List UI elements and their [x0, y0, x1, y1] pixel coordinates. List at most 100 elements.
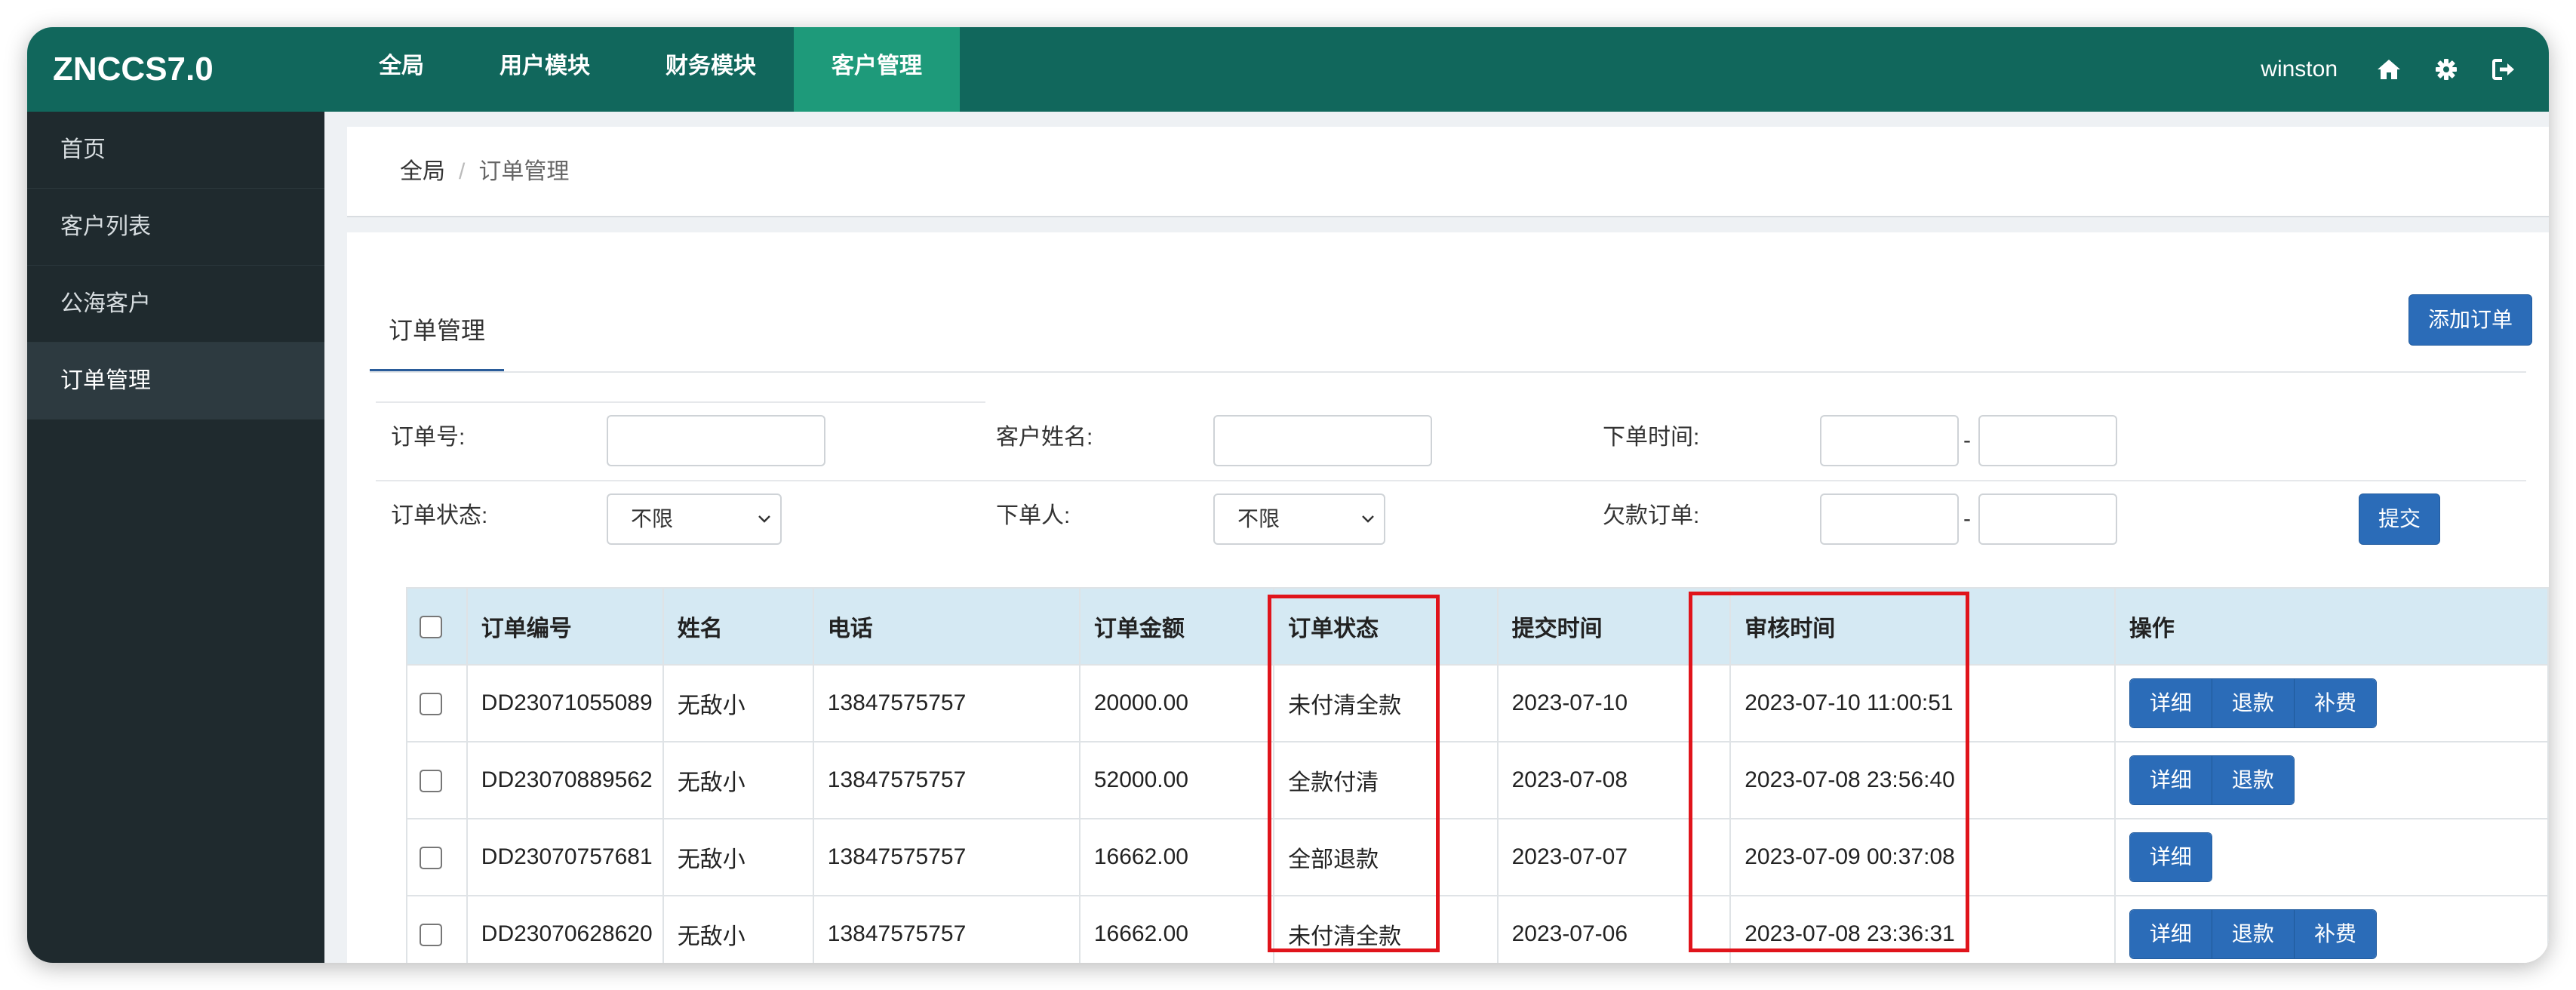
- name-cell: 无敌小: [662, 741, 814, 819]
- breadcrumb: 全局 / 订单管理: [400, 127, 569, 217]
- home-icon[interactable]: [2374, 54, 2404, 85]
- nav-global[interactable]: 全局: [341, 27, 462, 112]
- breadcrumb-separator: /: [459, 159, 466, 184]
- sidebar: 首页 客户列表 公海客户 订单管理: [27, 112, 324, 963]
- order-status-select[interactable]: 不限: [607, 493, 782, 545]
- actions-cell: 详细 退款: [2113, 741, 2549, 819]
- refund-button[interactable]: 退款: [2212, 679, 2295, 727]
- refund-button[interactable]: 退款: [2212, 756, 2294, 804]
- reviewed-cell: 2023-07-10 11:00:51: [1729, 664, 2116, 742]
- debt-to-input[interactable]: [1978, 493, 2117, 545]
- sidebar-item-customer-list[interactable]: 客户列表: [27, 189, 324, 266]
- logout-icon[interactable]: [2488, 54, 2519, 85]
- table-row: DD23071055089 无敌小 13847575757 20000.00 未…: [406, 664, 2549, 742]
- row-checkbox[interactable]: [420, 693, 442, 716]
- status-cell: 未付清全款: [1273, 895, 1499, 963]
- filter-divider: [376, 480, 2526, 481]
- header-amount[interactable]: 订单金额: [1078, 587, 1275, 666]
- actions-cell: 详细 退款 补费: [2113, 895, 2549, 963]
- nav-customer-management[interactable]: 客户管理: [794, 27, 960, 112]
- range-separator: -: [1963, 506, 1971, 531]
- gear-icon[interactable]: [2431, 54, 2461, 85]
- sidebar-item-public-customers[interactable]: 公海客户: [27, 266, 324, 343]
- supplement-button[interactable]: 补费: [2294, 679, 2376, 727]
- actions-cell: 详细: [2113, 818, 2549, 896]
- name-cell: 无敌小: [662, 664, 814, 742]
- detail-button[interactable]: 详细: [2129, 833, 2212, 881]
- tab-divider: [370, 371, 2526, 373]
- creator-select-value: 不限: [1237, 507, 1280, 530]
- row-checkbox[interactable]: [420, 847, 442, 870]
- refund-button[interactable]: 退款: [2212, 910, 2295, 958]
- amount-cell: 52000.00: [1078, 741, 1275, 819]
- phone-cell: 13847575757: [812, 818, 1081, 896]
- detail-button[interactable]: 详细: [2129, 910, 2212, 958]
- phone-cell: 13847575757: [812, 741, 1081, 819]
- header-name[interactable]: 姓名: [662, 587, 814, 666]
- action-button-group: 详细 退款 补费: [2129, 678, 2377, 728]
- sidebar-item-home[interactable]: 首页: [27, 112, 324, 189]
- amount-cell: 20000.00: [1078, 664, 1275, 742]
- detail-button[interactable]: 详细: [2129, 679, 2212, 727]
- row-checkbox[interactable]: [420, 924, 442, 947]
- header-phone[interactable]: 电话: [812, 587, 1081, 666]
- select-all-cell: [406, 587, 468, 666]
- detail-button[interactable]: 详细: [2129, 756, 2212, 804]
- username[interactable]: winston: [2261, 57, 2338, 82]
- header-submitted[interactable]: 提交时间: [1496, 587, 1732, 666]
- status-cell: 未付清全款: [1273, 664, 1499, 742]
- name-cell: 无敌小: [662, 895, 814, 963]
- user-toolbar: winston: [2261, 27, 2519, 112]
- top-bar: ZNCCS7.0 全局 用户模块 财务模块 客户管理 winston: [27, 27, 2549, 112]
- add-order-button[interactable]: 添加订单: [2408, 294, 2532, 346]
- header-actions: 操作: [2113, 587, 2549, 666]
- order-status-label: 订单状态:: [391, 503, 488, 528]
- debt-from-input[interactable]: [1820, 493, 1959, 545]
- select-all-checkbox[interactable]: [420, 616, 442, 639]
- nav-finance-module[interactable]: 财务模块: [628, 27, 794, 112]
- submitted-cell: 2023-07-07: [1496, 818, 1732, 896]
- supplement-button[interactable]: 补费: [2294, 910, 2376, 958]
- breadcrumb-home[interactable]: 全局: [400, 159, 445, 184]
- chevron-down-icon: [1361, 495, 1375, 543]
- top-nav: 全局 用户模块 财务模块 客户管理: [341, 27, 960, 112]
- action-button-group: 详细 退款: [2129, 755, 2295, 805]
- creator-select[interactable]: 不限: [1213, 493, 1385, 545]
- order-time-to-input[interactable]: [1978, 415, 2117, 466]
- table-row: DD23070889562 无敌小 13847575757 52000.00 全…: [406, 741, 2549, 819]
- order-time-from-input[interactable]: [1820, 415, 1959, 466]
- reviewed-cell: 2023-07-08 23:56:40: [1729, 741, 2116, 819]
- status-cell: 全款付清: [1273, 741, 1499, 819]
- tab-order-management[interactable]: 订单管理: [370, 293, 504, 371]
- sidebar-item-order-management[interactable]: 订单管理: [27, 343, 324, 420]
- app-logo: ZNCCS7.0: [53, 51, 214, 88]
- submitted-cell: 2023-07-08: [1496, 741, 1732, 819]
- chevron-down-icon: [758, 495, 771, 543]
- order-id-cell: DD23070628620: [466, 895, 664, 963]
- row-checkbox[interactable]: [420, 770, 442, 793]
- row-select-cell: [406, 741, 468, 819]
- table-header-row: 订单编号 姓名 电话 订单金额 订单状态 提交时间 审核时间 操作: [406, 587, 2549, 666]
- status-cell: 全部退款: [1273, 818, 1499, 896]
- order-no-label: 订单号:: [391, 425, 466, 450]
- customer-name-input[interactable]: [1213, 415, 1432, 466]
- breadcrumb-panel: 全局 / 订单管理: [347, 127, 2549, 217]
- table-row: DD23070628620 无敌小 13847575757 16662.00 未…: [406, 895, 2549, 963]
- submit-button[interactable]: 提交: [2359, 493, 2440, 545]
- order-no-input[interactable]: [607, 415, 825, 466]
- reviewed-cell: 2023-07-09 00:37:08: [1729, 818, 2116, 896]
- nav-user-module[interactable]: 用户模块: [462, 27, 628, 112]
- header-order-no[interactable]: 订单编号: [466, 587, 664, 666]
- customer-name-label: 客户姓名:: [996, 425, 1093, 450]
- order-id-cell: DD23070889562: [466, 741, 664, 819]
- breadcrumb-current: 订单管理: [478, 159, 570, 184]
- amount-cell: 16662.00: [1078, 895, 1275, 963]
- submitted-cell: 2023-07-06: [1496, 895, 1732, 963]
- amount-cell: 16662.00: [1078, 818, 1275, 896]
- header-reviewed[interactable]: 审核时间: [1729, 587, 2116, 666]
- name-cell: 无敌小: [662, 818, 814, 896]
- row-select-cell: [406, 895, 468, 963]
- row-select-cell: [406, 664, 468, 742]
- header-status[interactable]: 订单状态: [1273, 587, 1499, 666]
- creator-label: 下单人:: [996, 503, 1071, 528]
